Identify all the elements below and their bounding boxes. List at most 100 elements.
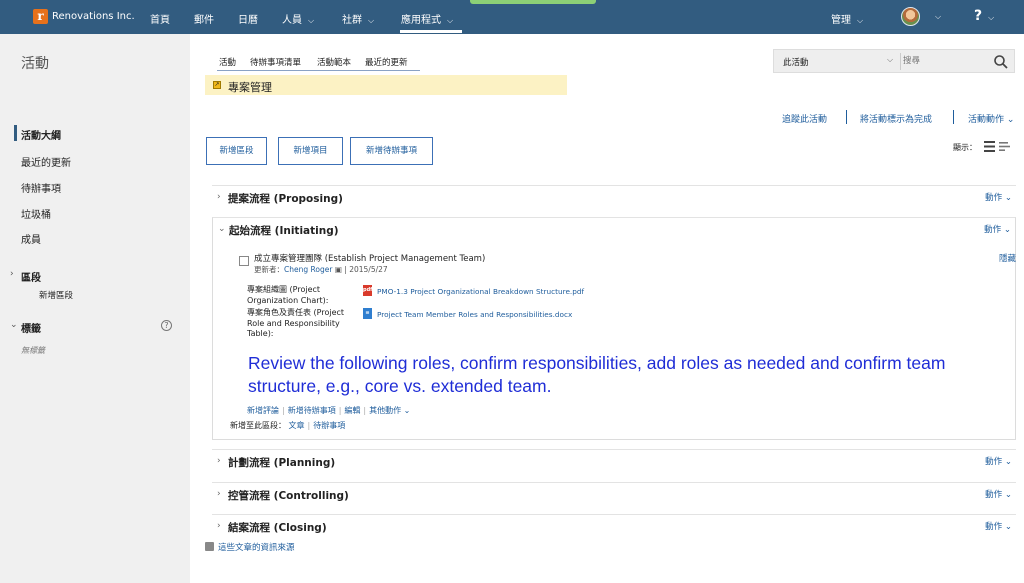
feed-link[interactable]: 這些文章的資訊來源 (218, 541, 295, 553)
search-scope-select[interactable]: 此活動 (783, 56, 809, 68)
chevron-down-icon[interactable]: ⌄ (218, 224, 226, 234)
section-actions-menu[interactable]: 動作 ⌄ (984, 223, 1011, 235)
edit-link[interactable]: 編輯 (344, 406, 360, 415)
search-icon[interactable] (993, 54, 1009, 70)
help-icon[interactable]: ? (161, 320, 172, 331)
tab-todo-list[interactable]: 待辦事項清單 (250, 56, 301, 68)
section-actions-label: 動作 (985, 457, 1003, 467)
nav-apps[interactable]: 應用程式 ⌵ (401, 11, 453, 26)
add-section-link[interactable]: 新增區段 (39, 289, 73, 301)
chevron-down-icon[interactable]: ⌵ (887, 55, 893, 65)
pdf-file-icon: pdf (363, 285, 372, 296)
divider (953, 110, 954, 124)
activity-actions-menu[interactable]: 活動動作 ⌄ (968, 112, 1014, 125)
nav-communities[interactable]: 社群 ⌵ (342, 11, 374, 26)
hide-link[interactable]: 隱藏 (999, 252, 1016, 264)
chevron-down-icon: ⌵ (368, 16, 375, 25)
section-actions-label: 動作 (985, 193, 1003, 203)
activity-title-banner: ↗ 專案管理 (205, 75, 567, 95)
section-title[interactable]: 計劃流程 (Planning) (228, 455, 335, 470)
add-entry-link[interactable]: 文章 (289, 421, 305, 430)
add-comment-link[interactable]: 新增評論 (247, 406, 279, 415)
chevron-right-icon[interactable]: › (217, 521, 221, 531)
todo-title[interactable]: 成立專案管理團隊 (Establish Project Management T… (254, 252, 485, 264)
sidebar-item-trash[interactable]: 垃圾桶 (21, 206, 51, 221)
section-closing[interactable]: › 結案流程 (Closing) 動作 ⌄ (212, 514, 1016, 542)
follow-activity-link[interactable]: 追蹤此活動 (782, 112, 827, 125)
section-actions-menu[interactable]: 動作 ⌄ (985, 520, 1012, 532)
section-title[interactable]: 控管流程 (Controlling) (228, 488, 349, 503)
tab-templates[interactable]: 活動範本 (317, 56, 351, 68)
nav-home[interactable]: 首頁 (150, 11, 170, 26)
top-navigation-bar: r Renovations Inc. 首頁 郵件 日曆 人員 ⌵ 社群 ⌵ 應用程式… (0, 0, 1024, 34)
section-actions-menu[interactable]: 動作 ⌄ (985, 488, 1012, 500)
add-todo-link[interactable]: 新增待辦事項 (288, 406, 336, 415)
todo-checkbox[interactable] (239, 256, 249, 266)
sidebar-sections-header[interactable]: 區段 (21, 269, 41, 284)
section-title[interactable]: 提案流程 (Proposing) (228, 191, 343, 206)
nav-admin[interactable]: 管理 ⌵ (831, 11, 863, 26)
add-entry-button[interactable]: 新增項目 (278, 137, 343, 165)
help-menu[interactable]: ? ⌵ (974, 8, 994, 24)
search-input[interactable] (903, 52, 988, 70)
add-to-section-row: 新增至此區段： 文章 | 待辦事項 (230, 421, 346, 430)
updated-by-prefix: 更新者： (254, 265, 284, 274)
section-planning[interactable]: › 計劃流程 (Planning) 動作 ⌄ (212, 449, 1016, 481)
section-actions-menu[interactable]: 動作 ⌄ (985, 191, 1012, 203)
nav-communities-label: 社群 (342, 15, 362, 26)
list-view-icon[interactable] (984, 141, 995, 152)
tab-recent-updates[interactable]: 最近的更新 (365, 56, 408, 68)
more-actions-label: 其他動作 (369, 406, 402, 415)
section-controlling[interactable]: › 控管流程 (Controlling) 動作 ⌄ (212, 482, 1016, 514)
section-actions-menu[interactable]: 動作 ⌄ (985, 455, 1012, 467)
author-link[interactable]: Cheng Roger (284, 265, 332, 274)
add-to-section-label: 新增至此區段： (230, 421, 286, 430)
compact-view-icon[interactable] (999, 141, 1010, 152)
company-logo-icon[interactable]: r (33, 9, 48, 24)
field-label-org-chart: 專案組織圖 (Project Organization Chart): (247, 285, 329, 305)
avatar-menu-chevron[interactable]: ⌵ (929, 11, 941, 22)
nav-mail[interactable]: 郵件 (194, 11, 214, 26)
left-sidebar: 活動 活動大綱 最近的更新 待辦事項 垃圾桶 成員 › 區段 新增區段 ⌄ 標籤… (0, 34, 190, 583)
add-todo-button[interactable]: 新增待辦事項 (350, 137, 433, 165)
user-avatar[interactable] (901, 7, 920, 26)
sidebar-item-outline[interactable]: 活動大綱 (21, 127, 61, 142)
file-link-roles-table[interactable]: Project Team Member Roles and Responsibi… (377, 310, 572, 319)
sidebar-title: 活動 (21, 56, 49, 72)
todo-action-links: 新增評論 | 新增待辦事項 | 編輯 | 其他動作 ⌄ (247, 406, 411, 415)
tab-activity[interactable]: 活動 (219, 56, 236, 68)
section-title[interactable]: 起始流程 (Initiating) (229, 223, 339, 238)
company-name[interactable]: Renovations Inc. (52, 11, 135, 22)
sidebar-item-recent-updates[interactable]: 最近的更新 (21, 154, 71, 169)
nav-people[interactable]: 人員 ⌵ (282, 11, 314, 26)
section-title[interactable]: 結案流程 (Closing) (228, 520, 327, 535)
main-content: 活動 待辦事項清單 活動範本 最近的更新 ↗ 專案管理 此活動 ⌵ 追蹤此活動 … (190, 34, 1024, 583)
section-actions-label: 動作 (985, 522, 1003, 532)
chevron-right-icon[interactable]: › (217, 456, 221, 466)
more-actions-link[interactable]: 其他動作 ⌄ (369, 406, 410, 415)
add-todo-to-section-link[interactable]: 待辦事項 (313, 421, 345, 430)
chevron-down-icon[interactable]: ⌄ (10, 320, 18, 330)
file-link-org-chart[interactable]: PMO-1.3 Project Organizational Breakdown… (377, 287, 584, 296)
display-label: 顯示： (953, 143, 977, 152)
nav-calendar[interactable]: 日曆 (238, 11, 258, 26)
activity-icon: ↗ (213, 81, 221, 89)
todo-meta: 更新者：Cheng Roger ▣ | 2015/5/27 (254, 264, 388, 275)
divider (846, 110, 847, 124)
section-proposing[interactable]: › 提案流程 (Proposing) 動作 ⌄ (212, 185, 1016, 217)
chevron-down-icon: ⌄ (1004, 115, 1015, 125)
docx-file-icon: ≡ (363, 308, 372, 319)
chevron-down-icon: ⌵ (935, 12, 942, 21)
section-actions-label: 動作 (985, 490, 1003, 500)
mark-complete-link[interactable]: 將活動標示為完成 (860, 112, 932, 125)
rss-feed-icon[interactable] (205, 542, 214, 551)
chevron-right-icon[interactable]: › (217, 489, 221, 499)
business-card-icon[interactable]: ▣ (335, 265, 342, 274)
sidebar-tags-header[interactable]: 標籤 (21, 320, 41, 335)
add-section-button[interactable]: 新增區段 (206, 137, 267, 165)
active-nav-indicator (400, 30, 462, 33)
chevron-right-icon[interactable]: › (217, 192, 221, 202)
sidebar-item-todos[interactable]: 待辦事項 (21, 180, 61, 195)
chevron-right-icon[interactable]: › (10, 269, 14, 279)
sidebar-item-members[interactable]: 成員 (21, 231, 41, 246)
